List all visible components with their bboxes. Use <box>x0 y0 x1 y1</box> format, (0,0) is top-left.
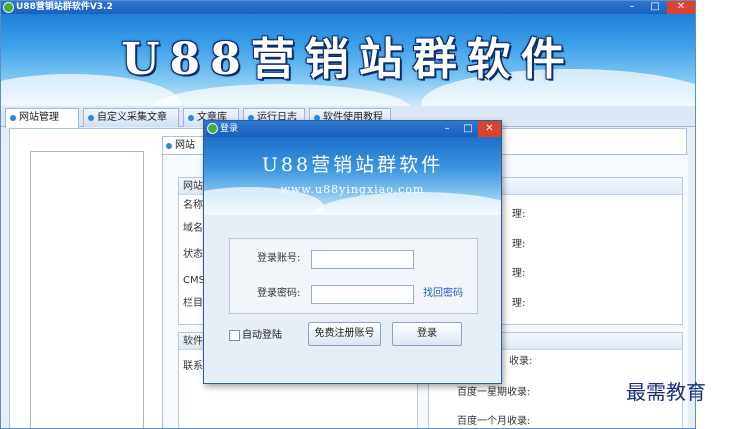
contact-label: 联系 <box>183 361 203 372</box>
site-list[interactable] <box>30 151 144 428</box>
window-title: U88营销站群软件V3.2 <box>16 2 113 12</box>
app-banner: U88营销站群软件 <box>1 14 695 106</box>
close-button[interactable]: ✕ <box>667 1 695 14</box>
auto-login-checkbox[interactable] <box>229 330 240 341</box>
stats-label: 百度一个月收录: <box>457 416 531 427</box>
manage-label: 理: <box>512 209 526 220</box>
field-label-column: 栏目 <box>183 298 203 309</box>
dialog-minimize-button[interactable]: – <box>436 121 458 137</box>
login-banner: U88营销站群软件 www.u88yingxiao.com <box>204 137 501 215</box>
dialog-close-button[interactable]: ✕ <box>478 121 501 137</box>
tab-dot-icon <box>188 115 194 121</box>
auto-login-label[interactable]: 自动登陆 <box>242 329 282 343</box>
inner-tab-label: 网站 <box>175 140 195 151</box>
login-dialog-titlebar[interactable]: 登录 – □ ✕ <box>204 121 501 137</box>
tab-label: 网站管理 <box>19 112 59 123</box>
manage-label: 理: <box>512 298 526 309</box>
watermark-text: 最需教育 <box>626 380 706 404</box>
tab-label: 自定义采集文章 <box>97 112 167 123</box>
login-button[interactable]: 登录 <box>392 322 462 346</box>
password-input[interactable] <box>311 285 414 304</box>
login-dialog-title: 登录 <box>220 124 239 134</box>
tab-site-management[interactable]: 网站管理 <box>5 108 79 128</box>
minimize-button[interactable]: – <box>621 1 643 14</box>
tab-custom-collect[interactable]: 自定义采集文章 <box>83 108 179 127</box>
tab-dot-icon <box>166 143 172 149</box>
tab-dot-icon <box>10 115 16 121</box>
field-label-name: 名称 <box>183 200 203 211</box>
field-label-status: 状态 <box>183 249 203 260</box>
stats-label: 收录: <box>509 356 533 367</box>
field-label-domain: 域名 <box>183 223 203 234</box>
register-button[interactable]: 免费注册账号 <box>308 322 381 346</box>
login-form: 登录账号: 登录密码: 找回密码 <box>229 238 478 314</box>
banner-cloud <box>151 84 411 106</box>
stats-label: 百度一星期收录: <box>457 387 531 398</box>
app-icon <box>207 123 218 134</box>
maximize-button[interactable]: □ <box>644 1 666 14</box>
main-titlebar[interactable]: U88营销站群软件V3.2 – □ ✕ <box>1 1 695 14</box>
manage-label: 理: <box>512 268 526 279</box>
login-banner-title: U88营销站群软件 <box>261 154 444 176</box>
dialog-maximize-button[interactable]: □ <box>457 121 479 137</box>
forgot-password-link[interactable]: 找回密码 <box>423 287 463 301</box>
app-icon <box>3 2 14 13</box>
account-label: 登录账号: <box>257 253 301 264</box>
password-label: 登录密码: <box>257 288 301 299</box>
login-banner-url: www.u88yingxiao.com <box>280 183 425 196</box>
login-dialog: 登录 – □ ✕ U88营销站群软件 www.u88yingxiao.com 登… <box>203 120 502 384</box>
account-input[interactable] <box>311 250 414 269</box>
banner-title: U88营销站群软件 <box>121 34 575 85</box>
screen: U88营销站群软件V3.2 – □ ✕ U88营销站群软件 网站管理 自定义采集… <box>0 0 746 429</box>
tab-dot-icon <box>88 115 94 121</box>
manage-label: 理: <box>512 239 526 250</box>
